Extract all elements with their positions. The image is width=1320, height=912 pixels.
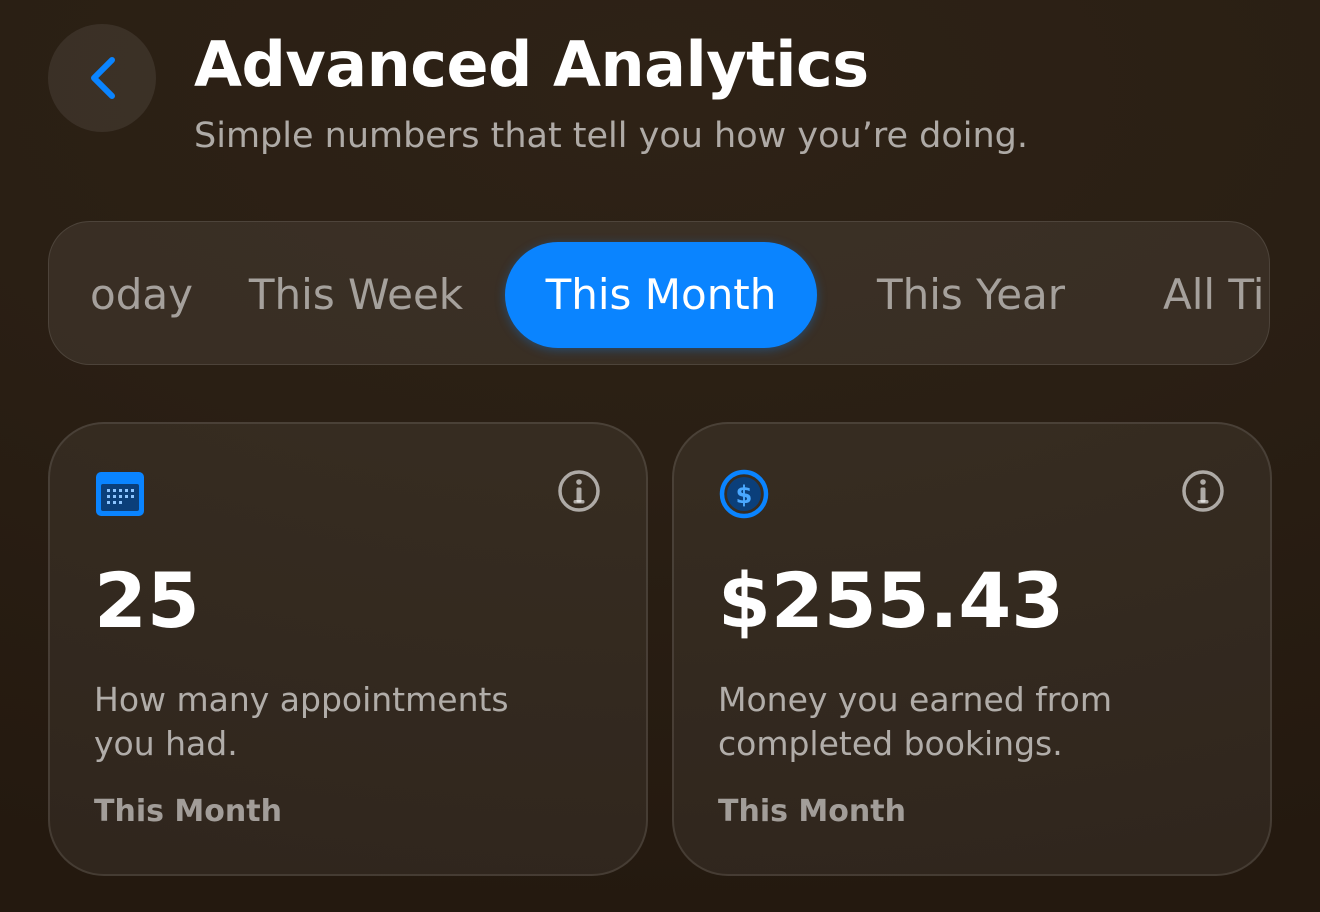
earnings-description: Money you earned from completed bookings… [718,680,1112,763]
earnings-period: This Month [718,794,906,829]
period-option-all-time[interactable]: All Ti [1163,242,1269,348]
calendar-icon [96,472,144,516]
svg-text:$: $ [736,481,753,509]
info-icon[interactable] [1180,468,1226,514]
appointments-value: 25 [94,556,200,645]
period-option-this-week[interactable]: This Week [211,242,501,348]
period-selector[interactable]: oday This Week This Month This Year All … [48,221,1270,365]
dollar-circle-icon: $ [719,469,769,519]
back-button[interactable] [48,24,156,132]
period-option-this-month[interactable]: This Month [505,242,817,348]
page-subtitle: Simple numbers that tell you how you’re … [194,116,1029,156]
appointments-description: How many appointments you had. [94,680,509,763]
period-option-today[interactable]: oday [49,242,193,348]
period-option-this-year[interactable]: This Year [849,242,1093,348]
appointments-card[interactable]: 25 How many appointments you had. This M… [48,422,648,876]
earnings-card[interactable]: $ $255.43 Money you earned from complete… [672,422,1272,876]
page-title: Advanced Analytics [194,28,869,101]
earnings-value: $255.43 [718,556,1065,645]
chevron-left-icon [91,57,115,99]
appointments-period: This Month [94,794,282,829]
info-icon[interactable] [556,468,602,514]
